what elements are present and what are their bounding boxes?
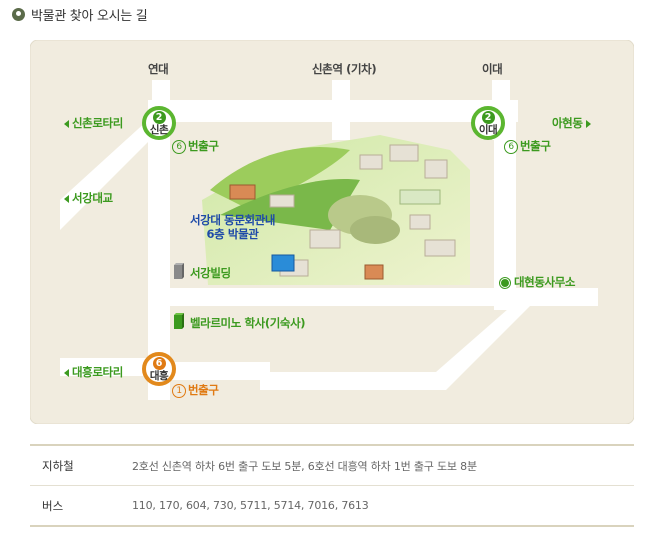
row-label-subway: 지하철 [42, 458, 74, 473]
exit-number: 1 [172, 383, 186, 398]
exit-number: 6 [172, 139, 186, 154]
arrow-right-icon [585, 119, 591, 128]
table-row: 지하철 2호선 신촌역 하차 6번 출구 도보 5분, 6호선 대흥역 하차 1… [30, 444, 634, 486]
arrow-left-icon [64, 194, 69, 203]
page-title: 박물관 찾아 오시는 길 [31, 8, 148, 24]
station-name: 이대 [478, 123, 498, 136]
location-dot-icon [500, 277, 510, 288]
building-icon [174, 263, 184, 279]
exit-text: 번출구 [188, 139, 219, 153]
sinchon-station-badge: 2 신촌 [142, 106, 176, 140]
arrow-left-icon [64, 119, 69, 128]
label-yonsei: 연대 [148, 62, 169, 76]
line-number: 2 [152, 110, 166, 124]
museum-label: 서강대 동문회관내 6층 박물관 [190, 213, 276, 241]
ewha-exit-label: 6 번출구 [504, 138, 551, 154]
campus-map: 연대 신촌역 (기차) 이대 2 신촌 2 이대 6 대흥 6 번출구 6 번출구 … [30, 40, 634, 424]
exit-text: 번출구 [188, 383, 219, 397]
label-sinchon-station-train: 신촌역 (기차) [312, 62, 377, 76]
directions-info-table: 지하철 2호선 신촌역 하차 6번 출구 도보 5분, 6호선 대흥역 하차 1… [30, 444, 634, 527]
line-number: 2 [481, 110, 495, 124]
row-value-subway: 2호선 신촌역 하차 6번 출구 도보 5분, 6호선 대흥역 하차 1번 출구… [132, 459, 477, 473]
exit-text: 번출구 [520, 139, 551, 153]
label-ewha: 이대 [482, 62, 503, 76]
daeheung-exit-label: 1 번출구 [172, 382, 219, 398]
station-name: 대흥 [149, 369, 169, 382]
building-icon [174, 313, 184, 329]
direction-ahyeon: 아현동 [552, 115, 591, 131]
page-header: 박물관 찾아 오시는 길 [12, 5, 148, 24]
direction-seogang-bridge: 서강대교 [64, 190, 113, 206]
arrow-left-icon [64, 368, 69, 377]
label-daehyeon-office: 대현동사무소 [500, 274, 575, 290]
daeheung-station-badge: 6 대흥 [142, 352, 176, 386]
sinchon-exit-label: 6 번출구 [172, 138, 219, 154]
location-icon [12, 7, 25, 21]
ewha-station-badge: 2 이대 [471, 106, 505, 140]
direction-daeheung-rotary: 대흥로타리 [64, 364, 123, 380]
direction-sinchon-rotary: 신촌로타리 [64, 115, 123, 131]
museum-building [271, 254, 295, 272]
row-value-bus: 110, 170, 604, 730, 5711, 5714, 7016, 76… [132, 499, 369, 512]
label-seogang-building: 서강빌딩 [190, 266, 231, 280]
station-name: 신촌 [149, 123, 169, 136]
table-row: 버스 110, 170, 604, 730, 5711, 5714, 7016,… [30, 486, 634, 527]
line-number: 6 [152, 356, 166, 370]
row-label-bus: 버스 [42, 498, 64, 513]
label-bellarmino-dorm: 벨라르미노 학사(기숙사) [190, 316, 306, 330]
exit-number: 6 [504, 139, 518, 154]
